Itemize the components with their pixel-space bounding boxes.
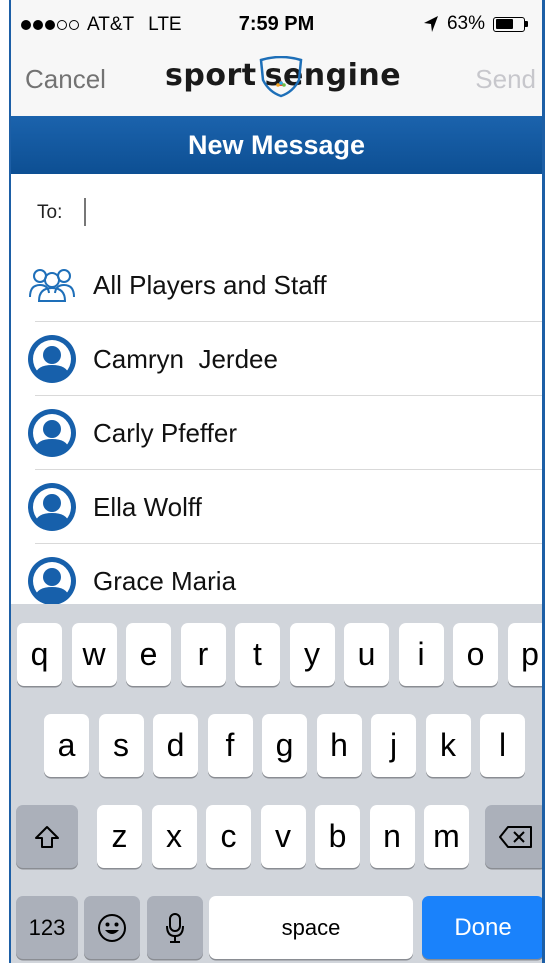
to-input[interactable] xyxy=(75,196,515,228)
recipient-label: Carly Pfeffer xyxy=(93,417,238,448)
key-x[interactable]: x xyxy=(151,805,197,868)
page-title: New Message xyxy=(187,129,366,160)
key-t[interactable]: t xyxy=(235,623,280,686)
recipient-grace-maria[interactable]: Grace Maria xyxy=(11,544,542,604)
recipient-all-players-and-staff[interactable]: All Players and Staff xyxy=(11,248,542,322)
done-key[interactable]: Done xyxy=(422,896,544,959)
cancel-button[interactable]: Cancel xyxy=(25,64,106,95)
dictation-key[interactable] xyxy=(147,896,203,959)
microphone-icon xyxy=(166,912,184,943)
key-k[interactable]: k xyxy=(425,714,471,777)
key-q[interactable]: q xyxy=(17,623,62,686)
key-g[interactable]: g xyxy=(262,714,307,777)
key-i[interactable]: i xyxy=(398,623,444,686)
key-j[interactable]: j xyxy=(371,714,416,777)
shift-key[interactable] xyxy=(16,805,78,868)
text-caret xyxy=(84,198,86,226)
recipient-ella-wolff[interactable]: Ella Wolff xyxy=(11,470,542,544)
key-n[interactable]: n xyxy=(369,805,415,868)
nav-bar: Cancel sport sengine Send xyxy=(11,48,542,116)
key-d[interactable]: d xyxy=(153,714,198,777)
person-icon xyxy=(28,335,76,383)
key-a[interactable]: a xyxy=(44,714,89,777)
key-l[interactable]: l xyxy=(480,714,525,777)
recipient-label: Ella Wolff xyxy=(93,491,202,522)
recipient-label: All Players and Staff xyxy=(93,269,327,300)
person-icon xyxy=(28,483,76,531)
recipient-list[interactable]: All Players and Staff Camryn Jerdee Carl… xyxy=(11,248,542,604)
send-button[interactable]: Send xyxy=(475,64,536,95)
key-b[interactable]: b xyxy=(315,805,360,868)
key-y[interactable]: y xyxy=(289,623,335,686)
key-v[interactable]: v xyxy=(260,805,306,868)
frame-edge-left xyxy=(0,0,11,963)
shift-icon xyxy=(35,825,59,848)
location-arrow-icon xyxy=(423,16,438,32)
group-icon xyxy=(29,269,75,302)
key-u[interactable]: u xyxy=(344,623,389,686)
key-o[interactable]: o xyxy=(453,623,498,686)
key-r[interactable]: r xyxy=(180,623,226,686)
key-f[interactable]: f xyxy=(207,714,253,777)
recipient-camryn-jerdee[interactable]: Camryn Jerdee xyxy=(11,322,542,396)
title-bar: New Message xyxy=(11,116,542,174)
key-e[interactable]: e xyxy=(126,623,171,686)
to-row: To: xyxy=(11,174,542,248)
emoji-key[interactable] xyxy=(84,896,140,959)
key-m[interactable]: m xyxy=(424,805,469,868)
status-bar: AT&T LTE 7:59 PM 63% xyxy=(11,0,542,48)
to-label: To: xyxy=(37,202,63,223)
sportsengine-logo: sport sengine xyxy=(165,56,401,106)
space-key[interactable]: space xyxy=(209,896,413,959)
key-h[interactable]: h xyxy=(316,714,362,777)
delete-key[interactable] xyxy=(485,805,545,868)
keyboard: 123 space Done qwertyuiop asdfghjkl zxcvbn… xyxy=(11,604,545,963)
recipient-carly-pfeffer[interactable]: Carly Pfeffer xyxy=(11,396,542,470)
battery-icon xyxy=(493,16,528,32)
recipient-label: Grace Maria xyxy=(93,565,237,596)
recipient-label: Camryn Jerdee xyxy=(93,343,278,374)
battery-percent: 63% xyxy=(446,13,485,34)
key-s[interactable]: s xyxy=(98,714,144,777)
emoji-icon xyxy=(98,913,126,942)
key-c[interactable]: c xyxy=(206,805,251,868)
key-p[interactable]: p xyxy=(507,623,545,686)
delete-icon xyxy=(499,825,532,848)
logo-shield-icon xyxy=(259,56,303,98)
status-right: 63% xyxy=(423,13,528,35)
logo-text-left: sport xyxy=(165,58,257,93)
person-icon xyxy=(28,557,76,604)
key-z[interactable]: z xyxy=(97,805,142,868)
numbers-key[interactable]: 123 xyxy=(16,896,78,959)
app-screen: AT&T LTE 7:59 PM 63% Cancel sport sengine xyxy=(0,0,545,963)
key-w[interactable]: w xyxy=(71,623,117,686)
person-icon xyxy=(28,409,76,457)
